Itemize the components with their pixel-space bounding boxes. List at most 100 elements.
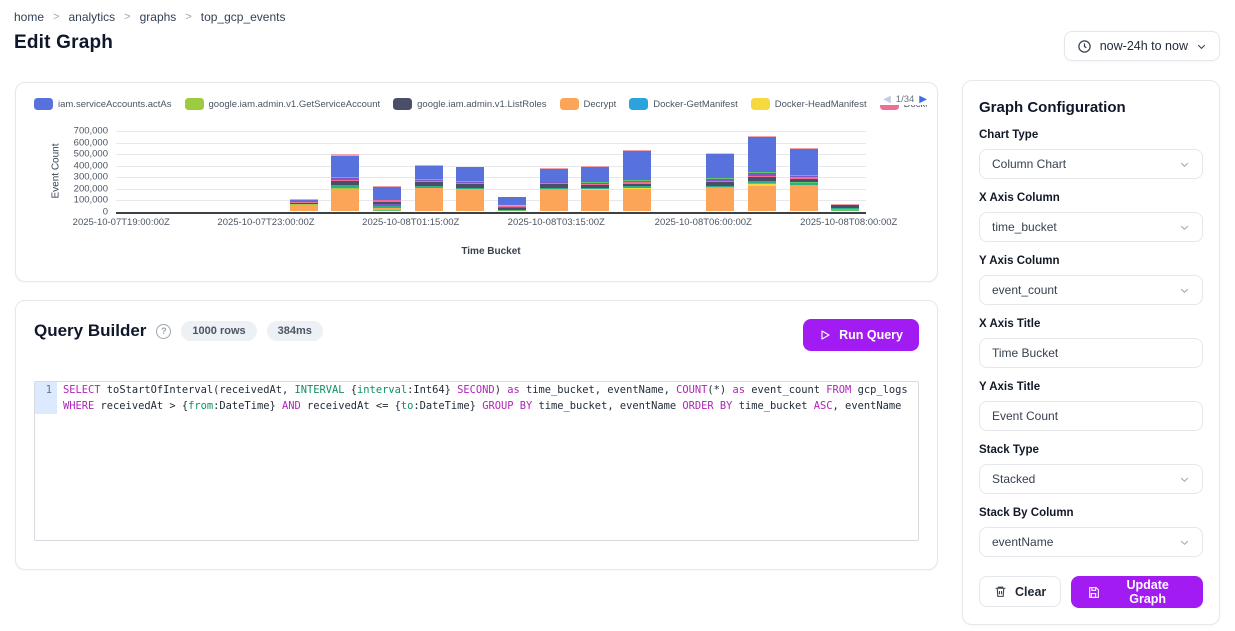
bar-segment-orange [706,188,734,211]
breadcrumb-item-home[interactable]: home [14,10,44,24]
breadcrumb-separator: > [124,11,130,23]
legend-next-icon[interactable]: ▶ [919,95,927,105]
x-axis-line [116,212,866,214]
legend-item[interactable]: Docker-HeadManifest [751,98,867,110]
chart-bar [290,199,318,211]
selected-value: eventName [992,535,1179,549]
bar-segment-blue [331,156,359,177]
x-axis-title-input[interactable] [979,338,1203,368]
field-label-chart-type: Chart Type [979,129,1203,141]
x-tick-label: 2025-10-07T19:00:00Z [73,217,170,228]
chart-bar [373,186,401,211]
x-tick-label: 2025-10-08T03:15:00Z [508,217,605,228]
help-icon[interactable]: ? [156,324,171,339]
x-axis-title-value[interactable] [992,346,1190,360]
x-axis-column-select[interactable]: time_bucket [979,212,1203,242]
legend-label: Docker-HeadManifest [775,99,867,110]
chevron-down-icon [1179,159,1190,170]
stack-by-column-select[interactable]: eventName [979,527,1203,557]
chart-panel: iam.serviceAccounts.actAs google.iam.admi… [15,82,938,282]
bar-segment-blue [456,167,484,181]
y-tick-label: 300,000 [74,172,108,183]
legend-swatch [185,98,204,110]
bar-segment-orange [790,185,818,211]
legend-label: Decrypt [584,99,617,110]
chart-bar [790,148,818,211]
chart-legend: iam.serviceAccounts.actAs google.iam.admi… [34,96,927,112]
sql-code: SELECT toStartOfInterval(receivedAt, INT… [57,382,908,540]
bar-segment-green [498,210,526,211]
play-icon [819,329,831,341]
selected-value: Column Chart [992,157,1179,171]
sql-editor[interactable]: 1 SELECT toStartOfInterval(receivedAt, I… [34,381,919,541]
legend-item[interactable]: google.iam.admin.v1.GetServiceAccount [185,98,381,110]
y-axis-column-select[interactable]: event_count [979,275,1203,305]
field-label-x-axis-title: X Axis Title [979,318,1203,330]
y-axis-title: Event Count [51,143,62,198]
legend-label: Docker-GetManifest [653,99,737,110]
legend-item[interactable]: Docker-GetManifest [629,98,737,110]
x-axis-ticks: 2025-10-07T19:00:00Z2025-10-07T23:00:00Z… [116,217,866,231]
legend-label: google.iam.admin.v1.ListRoles [417,99,546,110]
bar-segment-blue [415,166,443,179]
legend-swatch [560,98,579,110]
breadcrumb-item-top_gcp_events[interactable]: top_gcp_events [201,10,286,24]
run-query-button[interactable]: Run Query [803,319,919,351]
save-icon [1087,586,1100,599]
bar-segment-orange [748,186,776,211]
y-tick-label: 400,000 [74,160,108,171]
bar-segment-blue [623,151,651,179]
x-tick-label: 2025-10-08T06:00:00Z [655,217,752,228]
legend-item[interactable]: iam.serviceAccounts.actAs [34,98,172,110]
bar-segment-orange [331,189,359,211]
selected-value: time_bucket [992,220,1179,234]
time-range-label: now-24h to now [1100,39,1188,53]
stack-type-select[interactable]: Stacked [979,464,1203,494]
sql-line: SELECT toStartOfInterval(receivedAt, INT… [63,382,908,398]
update-graph-button[interactable]: Update Graph [1071,576,1203,608]
y-tick-label: 500,000 [74,149,108,160]
breadcrumb-item-graphs[interactable]: graphs [140,10,177,24]
legend-swatch [34,98,53,110]
bar-segment-blue [581,167,609,182]
query-builder-panel: Query Builder ? 1000 rows384ms Run Query… [15,300,938,570]
legend-prev-icon[interactable]: ◀ [883,95,891,105]
breadcrumb-separator: > [53,11,59,23]
chevron-down-icon [1179,222,1190,233]
field-label-x-axis-column: X Axis Column [979,192,1203,204]
legend-item[interactable]: google.iam.admin.v1.ListRoles [393,98,546,110]
bar-segment-blue [373,187,401,201]
bar-segment-blue [540,169,568,182]
stat-badge: 384ms [267,321,323,341]
chart-bar [540,168,568,211]
breadcrumb-separator: > [185,11,191,23]
field-label-stack-type: Stack Type [979,444,1203,456]
query-stats: 1000 rows384ms [181,321,322,341]
y-tick-label: 100,000 [74,195,108,206]
y-axis-title-value[interactable] [992,409,1190,423]
y-tick-label: 200,000 [74,183,108,194]
chart-bar [331,154,359,211]
legend-label: google.iam.admin.v1.GetServiceAccount [209,99,381,110]
page-title: Edit Graph [14,32,113,54]
clock-icon [1077,39,1092,54]
bar-segment-green [373,210,401,211]
legend-pagination: ◀ 1/34 ▶ [877,94,927,105]
legend-item[interactable]: Decrypt [560,98,617,110]
chart-type-select[interactable]: Column Chart [979,149,1203,179]
bar-segment-orange [290,205,318,211]
clear-button[interactable]: Clear [979,576,1061,607]
bar-segment-orange [415,188,443,211]
y-tick-label: 600,000 [74,137,108,148]
breadcrumb: home > analytics > graphs > top_gcp_events [14,10,285,24]
legend-label: iam.serviceAccounts.actAs [58,99,172,110]
selected-value: event_count [992,283,1179,297]
y-tick-label: 0 [103,207,108,218]
x-tick-label: 2025-10-07T23:00:00Z [217,217,314,228]
y-axis-title-input[interactable] [979,401,1203,431]
field-label-stack-by-column: Stack By Column [979,507,1203,519]
graph-configuration-panel: Graph Configuration Chart TypeColumn Cha… [962,80,1220,625]
breadcrumb-item-analytics[interactable]: analytics [68,10,115,24]
bar-segment-blue [498,197,526,205]
time-range-selector[interactable]: now-24h to now [1064,31,1220,61]
